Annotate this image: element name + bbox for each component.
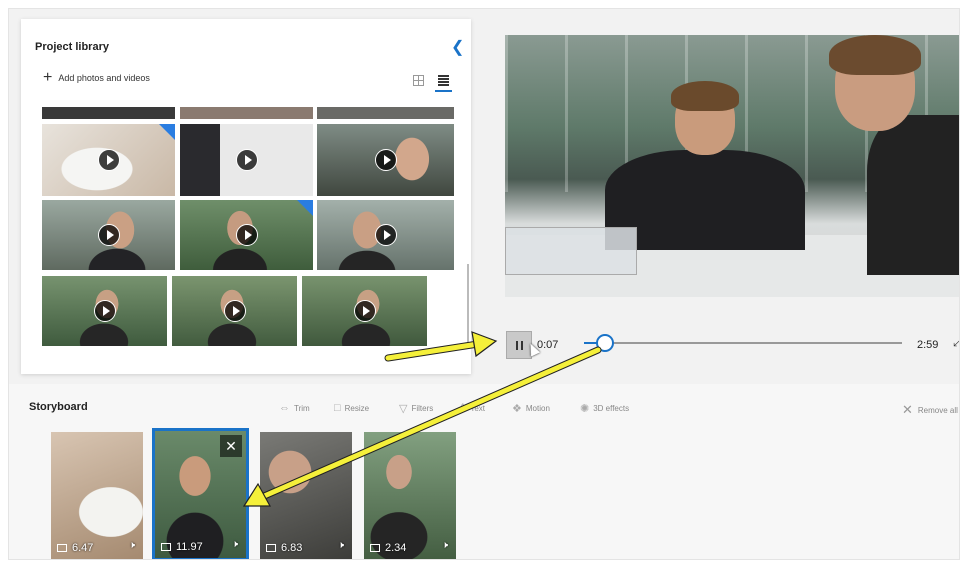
play-icon xyxy=(223,300,246,322)
library-thumbnail[interactable] xyxy=(42,200,175,270)
play-icon xyxy=(374,224,397,246)
plus-icon: + xyxy=(43,69,53,86)
library-thumbnail[interactable] xyxy=(42,107,175,119)
library-thumbnail[interactable] xyxy=(42,124,175,196)
library-thumbnail[interactable] xyxy=(180,107,313,119)
filters-icon: ▽ xyxy=(399,403,408,415)
video-editor-window: Project library ❮ + Add photos and video… xyxy=(8,8,960,560)
volume-icon[interactable]: 🕨 xyxy=(129,540,135,551)
storyboard-clip-selected[interactable]: ✕ 11.97 🕨 xyxy=(152,428,249,559)
clip-frame-icon xyxy=(266,544,276,552)
resize-button[interactable]: □ Resize xyxy=(334,402,369,414)
3d-effects-button[interactable]: ✺ 3D effects xyxy=(580,402,629,415)
library-thumbnail[interactable] xyxy=(180,124,313,196)
seek-bar-handle[interactable] xyxy=(596,334,614,352)
storyboard-clip[interactable]: 2.34 🕨 xyxy=(364,432,456,559)
library-thumbnail[interactable] xyxy=(317,124,454,196)
clip-frame-icon xyxy=(370,544,380,552)
resize-icon: □ xyxy=(334,402,341,414)
library-thumbnail[interactable] xyxy=(302,276,427,346)
play-icon xyxy=(235,224,258,246)
clip-frame-icon xyxy=(161,543,171,551)
video-preview[interactable] xyxy=(505,35,959,297)
3d-effects-icon: ✺ xyxy=(580,403,590,415)
play-icon xyxy=(93,300,116,322)
library-scrollbar[interactable] xyxy=(467,264,469,349)
motion-button[interactable]: ❖ Motion xyxy=(512,402,550,415)
volume-icon[interactable]: 🕨 xyxy=(338,540,344,551)
project-library-panel: Project library ❮ + Add photos and video… xyxy=(21,19,471,374)
play-icon xyxy=(97,149,120,171)
fullscreen-expand-icon[interactable]: ⤢ xyxy=(953,335,959,350)
library-thumbnail[interactable] xyxy=(180,200,313,270)
add-photos-videos-button[interactable]: + Add photos and videos xyxy=(43,69,150,86)
text-button[interactable]: A Text xyxy=(459,402,485,414)
trim-button[interactable]: ⇔ Trim xyxy=(279,402,310,414)
play-icon xyxy=(374,149,397,171)
text-icon: A xyxy=(459,402,467,414)
filters-button[interactable]: ▽ Filters xyxy=(399,402,433,415)
seek-bar[interactable] xyxy=(584,342,902,344)
library-thumbnail[interactable] xyxy=(42,276,167,346)
remove-clip-close-icon[interactable]: ✕ xyxy=(220,435,242,457)
project-library-title: Project library xyxy=(35,41,109,53)
added-to-project-indicator xyxy=(159,124,175,140)
pause-icon xyxy=(516,341,518,350)
active-view-indicator xyxy=(435,90,452,92)
library-thumbnail[interactable] xyxy=(172,276,297,346)
clip-duration: 11.97 xyxy=(176,541,203,553)
storyboard-clip[interactable]: 6.47 🕨 xyxy=(51,432,143,559)
volume-icon[interactable]: 🕨 xyxy=(442,540,448,551)
storyboard-title: Storyboard xyxy=(29,401,88,413)
clip-frame-icon xyxy=(57,544,67,552)
motion-icon: ❖ xyxy=(512,403,522,415)
remove-all-button[interactable]: ✕ Remove all xyxy=(902,402,958,418)
close-icon: ✕ xyxy=(902,402,913,417)
volume-icon[interactable]: 🕨 xyxy=(232,539,238,550)
trim-icon: ⇔ xyxy=(279,402,290,414)
clip-duration: 6.83 xyxy=(281,542,303,554)
play-icon xyxy=(353,300,376,322)
large-grid-view-icon[interactable] xyxy=(413,75,424,86)
storyboard-clip[interactable]: 6.83 🕨 xyxy=(260,432,352,559)
library-thumbnail[interactable] xyxy=(317,200,454,270)
play-icon xyxy=(235,149,258,171)
clip-duration: 6.47 xyxy=(72,542,94,554)
play-icon xyxy=(97,224,120,246)
current-time: 0:07 xyxy=(537,339,559,351)
library-thumbnail[interactable] xyxy=(317,107,454,119)
add-photos-videos-label: Add photos and videos xyxy=(58,73,150,83)
clip-duration: 2.34 xyxy=(385,542,407,554)
added-to-project-indicator xyxy=(297,200,313,216)
total-time: 2:59 xyxy=(917,339,939,351)
small-grid-view-icon[interactable] xyxy=(438,75,449,86)
collapse-library-chevron-icon[interactable]: ❮ xyxy=(451,37,464,57)
